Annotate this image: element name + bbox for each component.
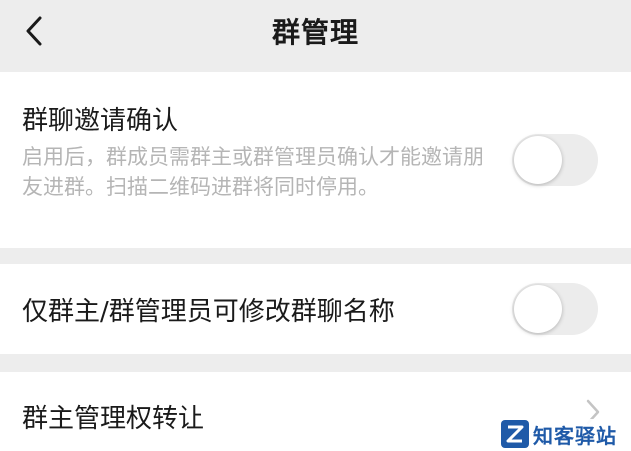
toggle-knob [514, 136, 562, 184]
invite-confirm-title: 群聊邀请确认 [22, 106, 179, 136]
page-title: 群管理 [271, 16, 359, 49]
rename-restrict-title: 仅群主/群管理员可修改群聊名称 [22, 297, 395, 327]
transfer-owner-title: 群主管理权转让 [22, 404, 205, 434]
watermark: 知客驿站 [501, 419, 629, 449]
watermark-logo [501, 420, 529, 448]
group-management-screen: 群管理 群聊邀请确认 启用后，群成员需群主或群管理员确认才能邀请朋友进群。扫描二… [0, 0, 631, 451]
z-logo-icon [506, 425, 524, 443]
back-button[interactable] [14, 10, 54, 52]
invite-confirm-description: 启用后，群成员需群主或群管理员确认才能邀请朋友进群。扫描二维码进群将同时停用。 [22, 145, 484, 199]
navigation-bar: 群管理 [0, 0, 631, 62]
toggle-knob [514, 285, 562, 333]
chevron-left-icon [26, 16, 42, 46]
invite-confirm-toggle[interactable] [512, 134, 598, 186]
rename-restrict-toggle[interactable] [512, 283, 598, 335]
watermark-text: 知客驿站 [533, 423, 617, 448]
invite-confirm-setting: 群聊邀请确认 启用后，群成员需群主或群管理员确认才能邀请朋友进群。扫描二维码进群… [0, 72, 631, 248]
rename-restrict-setting: 仅群主/群管理员可修改群聊名称 [0, 264, 631, 354]
